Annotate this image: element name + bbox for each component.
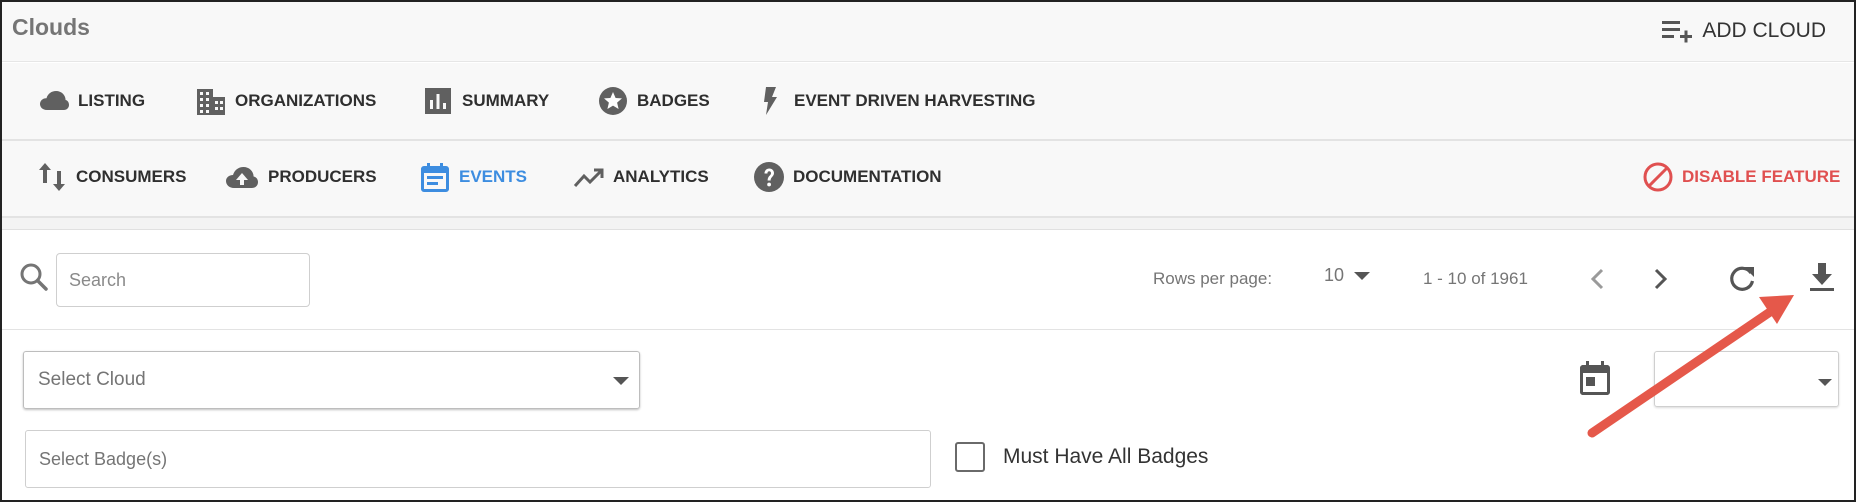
checkbox-box[interactable] [955,442,985,472]
refresh-button[interactable] [1724,261,1760,297]
cloud-upload-icon [226,167,258,188]
nav-listing[interactable]: LISTING [38,85,145,117]
nav-event-driven-harvesting[interactable]: EVENT DRIVEN HARVESTING [754,85,1036,117]
chevron-down-icon [1354,271,1371,280]
nav-producers-label: PRODUCERS [268,167,377,186]
add-cloud-label: ADD CLOUD [1702,19,1826,42]
chevron-left-icon [1590,268,1604,290]
select-cloud-placeholder: Select Cloud [38,369,146,390]
nav-events-label: EVENTS [459,167,528,186]
search-icon [20,263,48,291]
primary-nav: LISTING ORGANIZATIONS SUMMARY BADGES EVE… [2,63,1854,141]
calendar-icon[interactable] [1577,359,1613,397]
page-title: Clouds [12,14,90,40]
chevron-down-icon [1818,379,1832,386]
disable-feature-button[interactable]: DISABLE FEATURE [1642,161,1840,193]
download-button[interactable] [1804,259,1840,295]
refresh-icon [1730,266,1755,291]
cloud-icon [40,91,69,110]
must-have-all-badges-label: Must Have All Badges [1003,445,1209,468]
chevron-right-icon [1654,268,1668,290]
arrows-up-down-icon [39,163,65,191]
rows-per-page-value: 10 [1324,265,1345,285]
title-bar: Clouds ADD CLOUD [2,2,1854,62]
secondary-nav: CONSUMERS PRODUCERS EVENTS ANALYTICS DOC… [2,141,1854,218]
download-icon [1810,263,1834,291]
nav-documentation-label: DOCUMENTATION [793,167,942,186]
add-cloud-button[interactable]: ADD CLOUD [1660,14,1826,48]
block-icon [1643,162,1673,192]
rows-per-page-select[interactable]: 10 [1324,265,1371,286]
nav-listing-label: LISTING [78,91,146,110]
must-have-all-badges-checkbox[interactable]: Must Have All Badges [955,442,1208,472]
nav-consumers-label: CONSUMERS [76,167,187,186]
nav-analytics[interactable]: ANALYTICS [573,161,709,193]
nav-analytics-label: ANALYTICS [613,167,709,186]
playlist-add-icon [1662,21,1693,43]
nav-summary-label: SUMMARY [462,91,550,110]
nav-producers[interactable]: PRODUCERS [224,161,377,193]
nav-badges[interactable]: BADGES [597,85,710,117]
select-badges-placeholder: Select Badge(s) [39,448,168,469]
help-circle-icon [754,162,784,192]
nav-organizations-label: ORGANIZATIONS [235,91,377,110]
bar-chart-icon [425,88,451,114]
nav-event-driven-harvesting-label: EVENT DRIVEN HARVESTING [794,91,1036,110]
search-input[interactable] [56,253,310,307]
date-range-select[interactable] [1654,351,1839,407]
pagination-range: 1 - 10 of 1961 [1423,269,1528,288]
nav-summary[interactable]: SUMMARY [422,85,549,117]
nav-badges-label: BADGES [637,91,710,110]
next-page-button[interactable] [1642,261,1678,297]
chevron-down-icon [613,377,629,385]
nav-consumers[interactable]: CONSUMERS [36,161,187,193]
trending-up-icon [573,168,604,188]
app-window: Clouds ADD CLOUD LISTING ORGANIZATIONS S… [0,0,1856,502]
table-toolbar: Rows per page: 10 1 - 10 of 1961 [2,231,1854,330]
rows-per-page-label: Rows per page: [1153,269,1273,288]
section-divider [2,218,1854,230]
previous-page-button[interactable] [1580,261,1616,297]
lightning-icon [764,87,777,115]
select-cloud-dropdown[interactable]: Select Cloud [23,351,640,409]
nav-events[interactable]: EVENTS [419,161,527,193]
select-badges-input[interactable]: Select Badge(s) [25,430,931,488]
disable-feature-label: DISABLE FEATURE [1682,167,1841,186]
nav-documentation[interactable]: DOCUMENTATION [753,161,942,193]
calendar-list-icon [421,163,449,192]
building-icon [197,89,225,115]
filters-panel: Select Cloud Select Badge(s) Must Have A… [2,331,1854,500]
star-badge-icon [599,87,627,115]
nav-organizations[interactable]: ORGANIZATIONS [195,85,376,117]
